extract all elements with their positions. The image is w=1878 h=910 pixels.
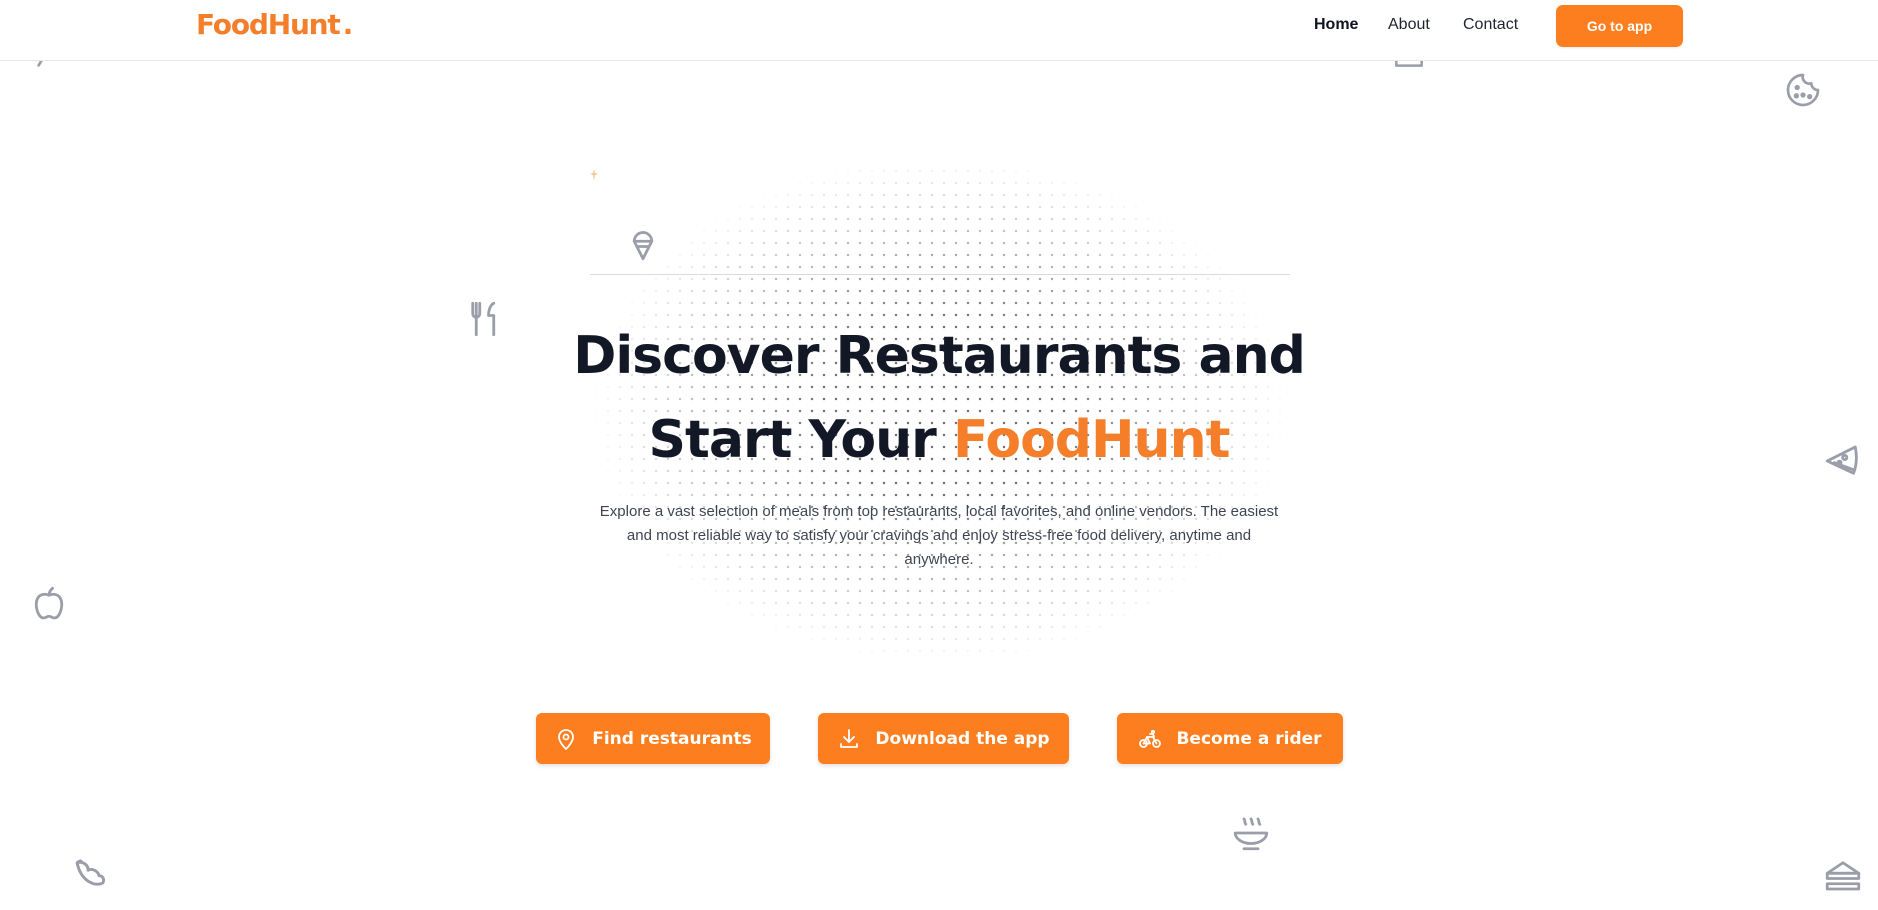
hero-divider: [590, 274, 1290, 275]
download-icon: [837, 727, 861, 751]
download-app-label: Download the app: [875, 728, 1050, 749]
nav-about[interactable]: About: [1388, 16, 1430, 34]
hero-title-line2: Start Your FoodHunt: [0, 410, 1878, 470]
nav-home[interactable]: Home: [1314, 16, 1358, 34]
map-pin-icon: [554, 727, 578, 751]
soup-bowl-icon: [1230, 812, 1272, 854]
logo-text: FoodHunt: [196, 8, 341, 41]
download-app-button[interactable]: Download the app: [818, 713, 1069, 764]
hero-title-prefix: Start Your: [648, 410, 953, 470]
cookie-icon: [1783, 70, 1823, 110]
find-restaurants-button[interactable]: Find restaurants: [536, 713, 770, 764]
go-to-app-button[interactable]: Go to app: [1556, 5, 1683, 47]
hero-title-brand: FoodHunt: [952, 410, 1231, 470]
find-restaurants-label: Find restaurants: [592, 728, 752, 749]
become-rider-label: Become a rider: [1176, 728, 1322, 749]
apple-icon: [28, 583, 70, 625]
sandwich-icon: [1822, 854, 1864, 896]
hero-description: Explore a vast selection of meals from t…: [599, 503, 1279, 568]
site-header: FoodHunt. Home About Contact Go to app: [0, 0, 1878, 61]
croissant-icon: [68, 850, 112, 894]
sparkle-icon: [590, 168, 598, 181]
nav-contact[interactable]: Contact: [1463, 16, 1518, 34]
ice-cream-icon: [622, 222, 664, 264]
become-rider-button[interactable]: Become a rider: [1117, 713, 1343, 764]
brand-logo[interactable]: FoodHunt.: [196, 8, 354, 41]
hero-title-line1: Discover Restaurants and: [573, 326, 1306, 386]
logo-dot: .: [342, 8, 354, 41]
bicycle-icon: [1138, 727, 1162, 751]
